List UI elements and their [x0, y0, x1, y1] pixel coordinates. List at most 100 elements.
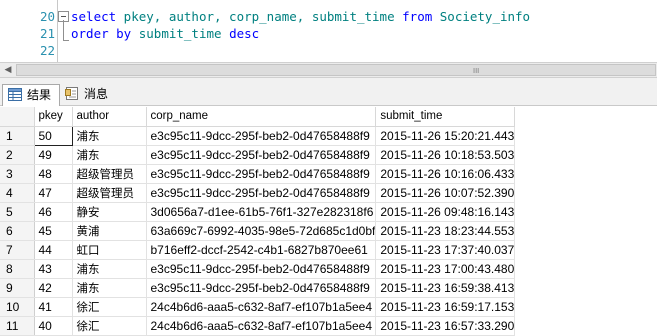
cell-submit-time[interactable]: 2015-11-26 10:07:52.390 — [375, 183, 516, 203]
sql-keyword: order by — [71, 26, 132, 41]
code-text[interactable]: order by submit_time desc — [71, 25, 259, 42]
column-header-corp-name[interactable]: corp_name — [146, 107, 377, 127]
table-row[interactable]: 9 42 浦东 e3c95c11-9dcc-295f-beb2-0d47658488f… — [0, 278, 516, 298]
cell-submit-time[interactable]: 2015-11-26 15:20:21.443 — [375, 126, 516, 146]
table-row[interactable]: 5 46 静安 3d0656a7-d1ee-61b5-76f1-327e282318f… — [0, 202, 516, 222]
tab-results-label: 结果 — [27, 88, 52, 102]
row-number[interactable]: 10 — [0, 297, 35, 317]
cell-pkey[interactable]: 40 — [34, 316, 73, 336]
cell-corp-name[interactable]: e3c95c11-9dcc-295f-beb2-0d47658488f9 — [146, 145, 377, 165]
cell-pkey[interactable]: 49 — [34, 145, 73, 165]
cell-corp-name[interactable]: e3c95c11-9dcc-295f-beb2-0d47658488f9 — [146, 164, 377, 184]
sql-editor[interactable]: 20 select pkey, author, corp_name, submi… — [0, 0, 657, 62]
cell-corp-name[interactable]: e3c95c11-9dcc-295f-beb2-0d47658488f9 — [146, 278, 377, 298]
cell-author[interactable]: 静安 — [72, 202, 147, 222]
cell-corp-name[interactable]: 24c4b6d6-aaa5-c632-8af7-ef107b1a5ee4 — [146, 297, 377, 317]
cell-author[interactable]: 超级管理员 — [72, 164, 147, 184]
column-header-author[interactable]: author — [72, 107, 147, 127]
cell-submit-time[interactable]: 2015-11-23 17:37:40.037 — [375, 240, 516, 260]
cell-pkey[interactable]: 50 — [33, 125, 73, 146]
cell-submit-time[interactable]: 2015-11-23 16:57:33.290 — [375, 316, 516, 336]
cell-pkey[interactable]: 46 — [34, 202, 73, 222]
column-header-pkey[interactable]: pkey — [34, 107, 73, 127]
sql-identifier: pkey, author, corp_name, submit_time — [116, 9, 403, 24]
cell-submit-time[interactable]: 2015-11-23 17:00:43.480 — [375, 259, 516, 279]
sql-keyword: select — [71, 9, 117, 24]
row-number[interactable]: 9 — [0, 278, 35, 298]
row-number[interactable]: 8 — [0, 259, 35, 279]
code-line[interactable]: 22 — [0, 42, 657, 59]
cell-pkey[interactable]: 47 — [34, 183, 73, 203]
cell-corp-name[interactable]: e3c95c11-9dcc-295f-beb2-0d47658488f9 — [146, 259, 377, 279]
table-row[interactable]: 2 49 浦东 e3c95c11-9dcc-295f-beb2-0d47658488f… — [0, 145, 516, 165]
row-number[interactable]: 11 — [0, 316, 35, 336]
code-text[interactable]: select pkey, author, corp_name, submit_t… — [71, 8, 530, 25]
cell-author[interactable]: 浦东 — [72, 259, 147, 279]
row-number[interactable]: 2 — [0, 145, 35, 165]
fold-guide-end — [63, 40, 69, 41]
grid-icon — [8, 88, 22, 101]
row-number[interactable]: 6 — [0, 221, 35, 241]
table-row[interactable]: 8 43 浦东 e3c95c11-9dcc-295f-beb2-0d47658488f… — [0, 259, 516, 279]
table-row[interactable]: 4 47 超级管理员 e3c95c11-9dcc-295f-beb2-0d476584… — [0, 183, 516, 203]
cell-submit-time[interactable]: 2015-11-26 10:16:06.433 — [375, 164, 516, 184]
column-header-submit-time[interactable]: submit_time — [375, 107, 516, 127]
cell-author[interactable]: 浦东 — [72, 126, 147, 146]
horizontal-scrollbar[interactable]: ◀ III — [0, 62, 657, 78]
cell-corp-name[interactable]: e3c95c11-9dcc-295f-beb2-0d47658488f9 — [146, 126, 377, 146]
cell-submit-time[interactable]: 2015-11-26 09:48:16.143 — [375, 202, 516, 222]
sql-identifier: submit_time — [131, 26, 230, 41]
line-number: 21 — [39, 26, 55, 41]
cell-pkey[interactable]: 45 — [34, 221, 73, 241]
sql-keyword: from — [402, 9, 433, 24]
code-line[interactable]: 20 select pkey, author, corp_name, submi… — [0, 8, 657, 25]
results-tab-bar: 结果 消息 — [0, 78, 657, 106]
cell-pkey[interactable]: 43 — [34, 259, 73, 279]
table-row[interactable]: 10 41 徐汇 24c4b6d6-aaa5-c632-8af7-ef107b1a5e… — [0, 297, 516, 317]
cell-author[interactable]: 浦东 — [72, 278, 147, 298]
row-number[interactable]: 3 — [0, 164, 35, 184]
row-number[interactable]: 7 — [0, 240, 35, 260]
line-number: 20 — [39, 9, 55, 24]
cell-author[interactable]: 黄浦 — [72, 221, 147, 241]
row-number[interactable]: 5 — [0, 202, 35, 222]
cell-author[interactable]: 徐汇 — [72, 316, 147, 336]
line-number: 22 — [39, 43, 55, 58]
grid-corner[interactable] — [0, 107, 35, 127]
results-grid[interactable]: pkey author corp_name submit_time 1 50 浦东 e… — [0, 107, 516, 336]
cell-submit-time[interactable]: 2015-11-23 18:23:44.553 — [375, 221, 516, 241]
cell-author[interactable]: 浦东 — [72, 145, 147, 165]
cell-submit-time[interactable]: 2015-11-23 16:59:17.153 — [375, 297, 516, 317]
scrollbar-thumb[interactable]: III — [16, 64, 656, 76]
cell-pkey[interactable]: 41 — [34, 297, 73, 317]
cell-pkey[interactable]: 44 — [34, 240, 73, 260]
grid-header-row: pkey author corp_name submit_time — [0, 107, 516, 127]
row-number[interactable]: 4 — [0, 183, 35, 203]
cell-author[interactable]: 徐汇 — [72, 297, 147, 317]
scroll-left-arrow-icon[interactable]: ◀ — [1, 63, 15, 77]
table-row[interactable]: 3 48 超级管理员 e3c95c11-9dcc-295f-beb2-0d476584… — [0, 164, 516, 184]
tab-messages-label: 消息 — [84, 87, 109, 101]
cell-corp-name[interactable]: 3d0656a7-d1ee-61b5-76f1-327e282318f6 — [146, 202, 377, 222]
cell-pkey[interactable]: 48 — [34, 164, 73, 184]
row-number[interactable]: 1 — [0, 126, 35, 146]
cell-author[interactable]: 超级管理员 — [72, 183, 147, 203]
cell-corp-name[interactable]: 24c4b6d6-aaa5-c632-8af7-ef107b1a5ee4 — [146, 316, 377, 336]
tab-messages[interactable]: 消息 — [60, 84, 120, 106]
table-row[interactable]: 6 45 黄浦 63a669c7-6992-4035-98e5-72d685c1d0b… — [0, 221, 516, 241]
cell-pkey[interactable]: 42 — [34, 278, 73, 298]
table-row[interactable]: 7 44 虹口 b716eff2-dccf-2542-c4b1-6827b870ee6… — [0, 240, 516, 260]
tab-results[interactable]: 结果 — [2, 84, 60, 106]
code-line[interactable]: 21 order by submit_time desc — [0, 25, 657, 42]
cell-author[interactable]: 虹口 — [72, 240, 147, 260]
scrollbar-grip-icon: III — [473, 67, 480, 75]
sql-identifier: Society_info — [432, 9, 531, 24]
cell-submit-time[interactable]: 2015-11-23 16:59:38.413 — [375, 278, 516, 298]
cell-corp-name[interactable]: 63a669c7-6992-4035-98e5-72d685c1d0bf — [146, 221, 377, 241]
cell-corp-name[interactable]: e3c95c11-9dcc-295f-beb2-0d47658488f9 — [146, 183, 377, 203]
cell-submit-time[interactable]: 2015-11-26 10:18:53.503 — [375, 145, 516, 165]
message-icon — [65, 87, 78, 100]
table-row[interactable]: 1 50 浦东 e3c95c11-9dcc-295f-beb2-0d47658488f… — [0, 125, 516, 146]
table-row[interactable]: 11 40 徐汇 24c4b6d6-aaa5-c632-8af7-ef107b1a5e… — [0, 316, 516, 336]
cell-corp-name[interactable]: b716eff2-dccf-2542-c4b1-6827b870ee61 — [146, 240, 377, 260]
